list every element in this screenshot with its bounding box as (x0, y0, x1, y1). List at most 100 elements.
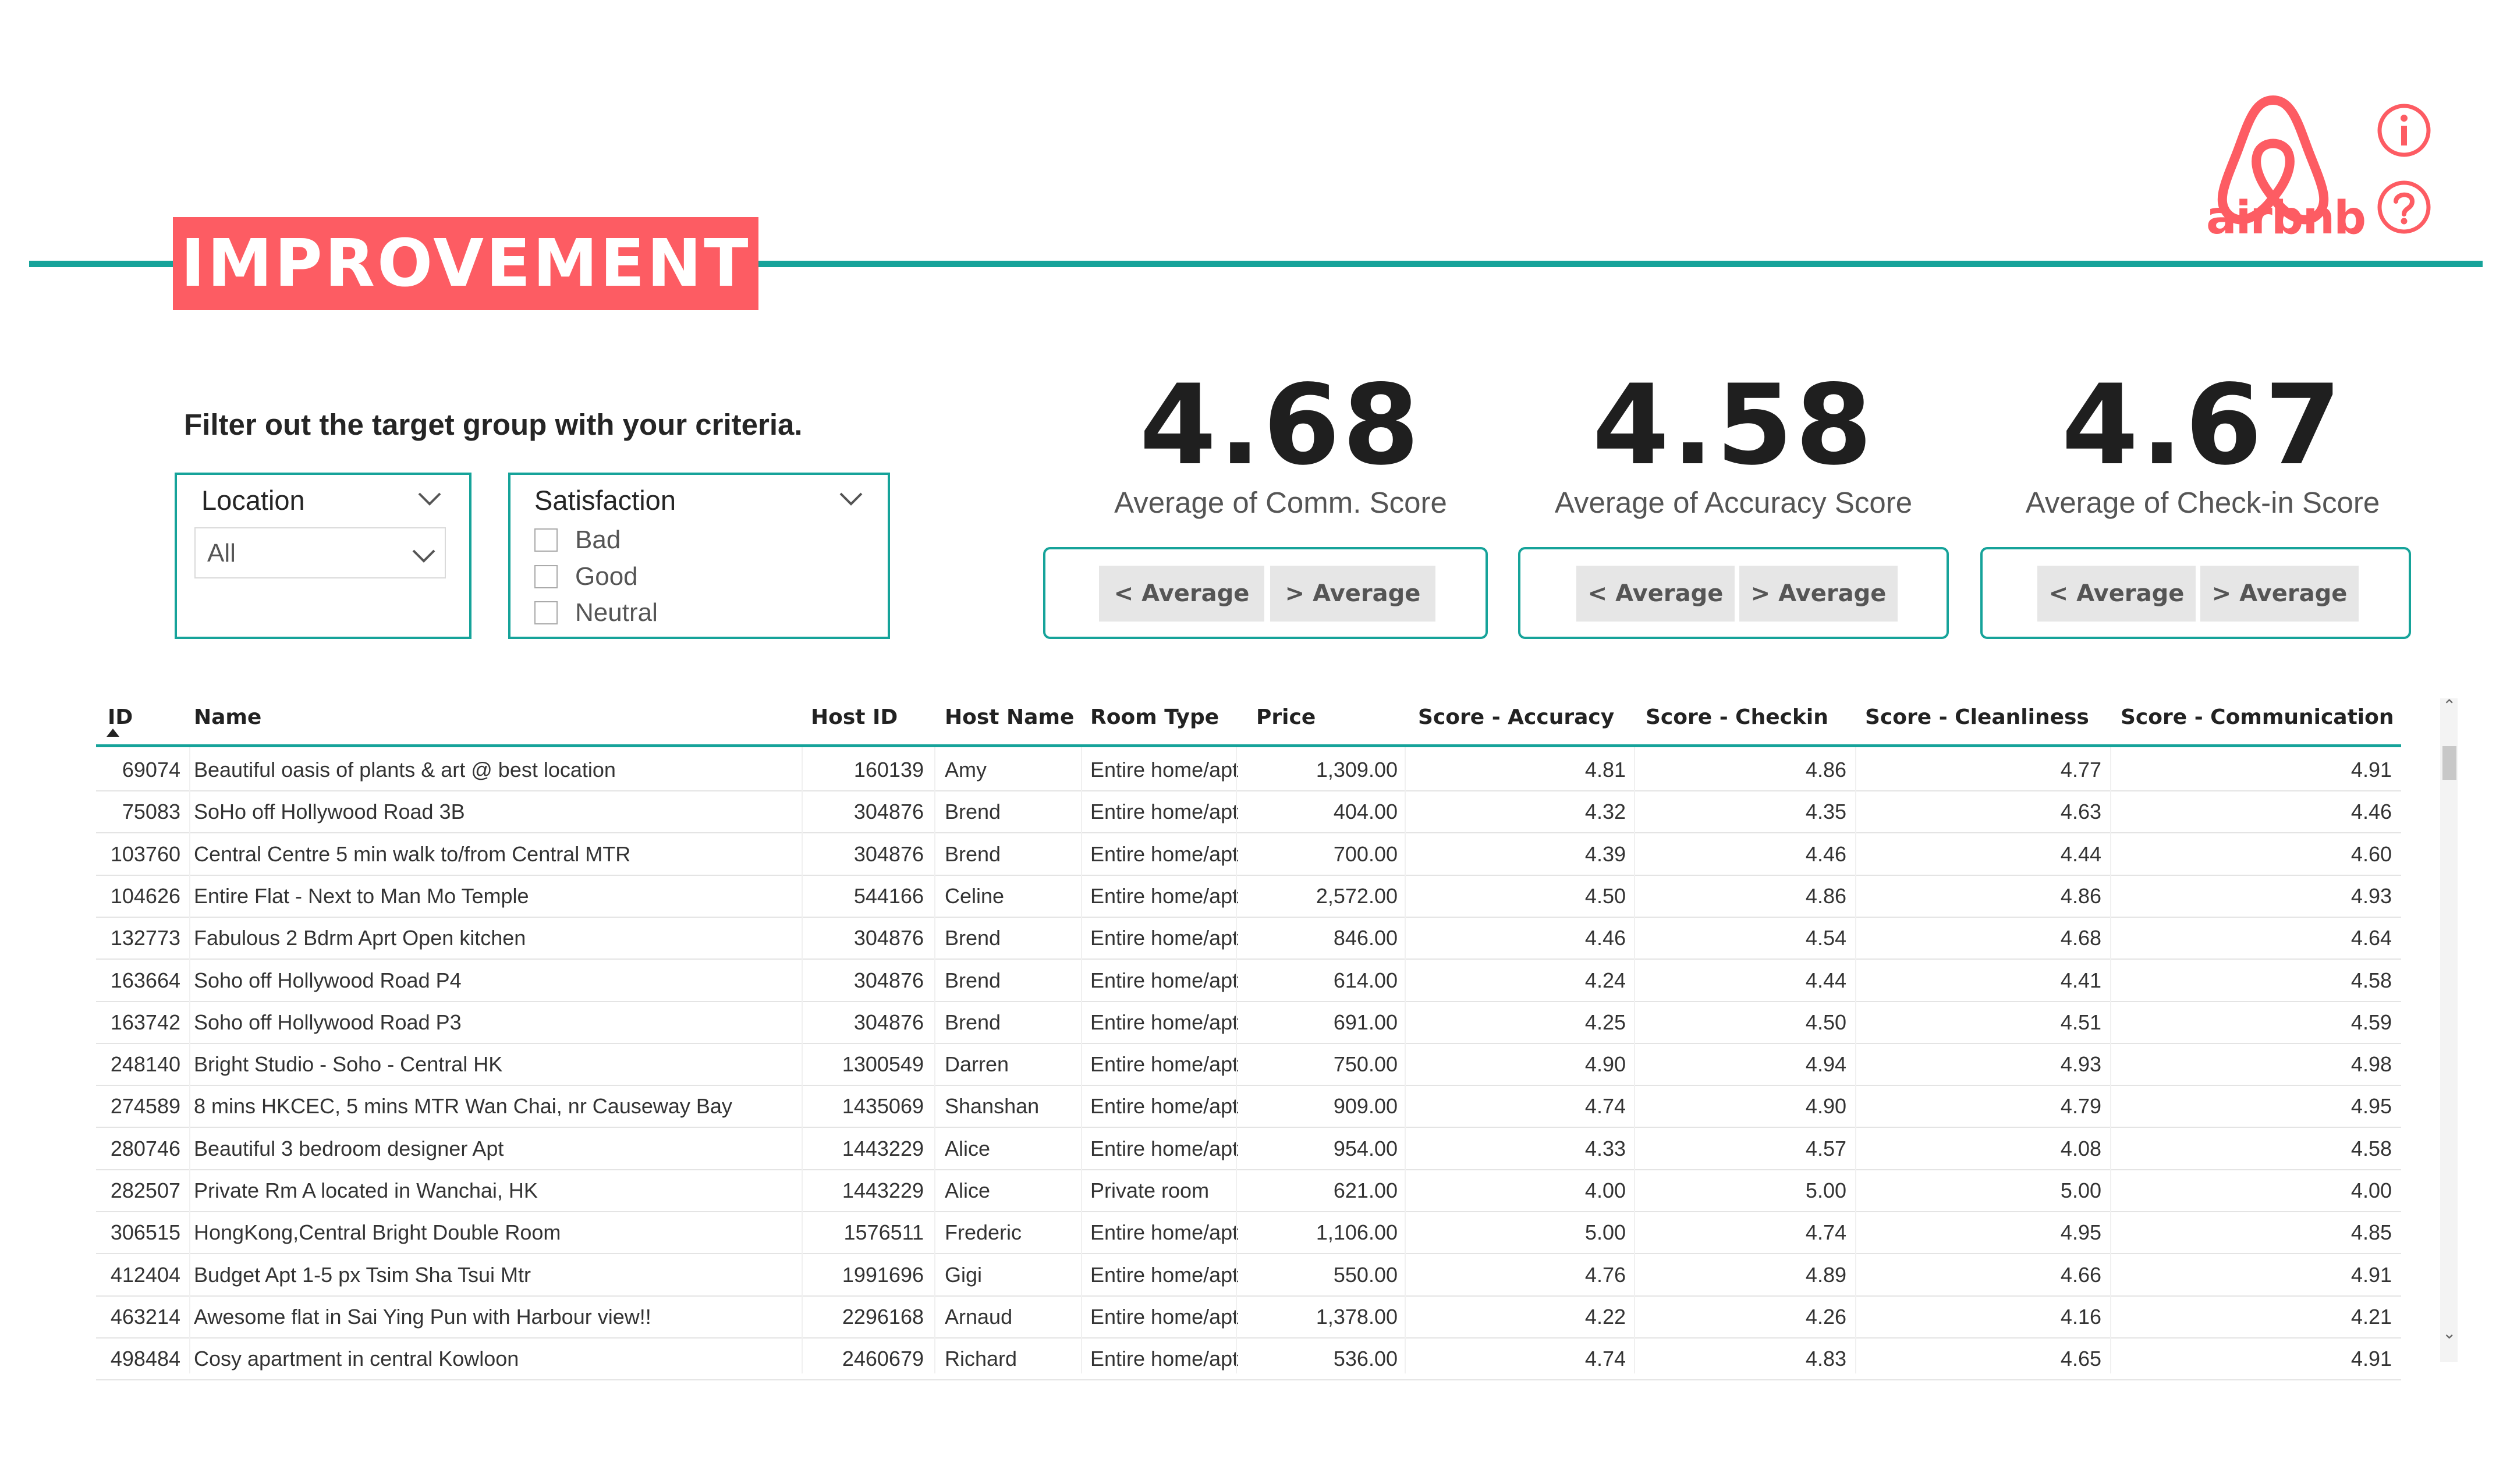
satisfaction-option-bad[interactable]: Bad (534, 523, 621, 558)
cell-score-checkin: 4.89 (1805, 1262, 1846, 1287)
cell-host-name: Amy (945, 758, 987, 782)
cell-name: Private Rm A located in Wanchai, HK (194, 1178, 538, 1202)
location-slicer-title: Location (201, 485, 305, 516)
cell-score-communication: 4.46 (2350, 800, 2392, 824)
cell-score-cleanliness: 5.00 (2060, 1178, 2101, 1202)
table-scrollbar[interactable] (2440, 698, 2458, 1362)
cell-score-checkin: 4.86 (1805, 758, 1846, 782)
scroll-down-icon[interactable]: ⌄ (2442, 1323, 2456, 1343)
option-label: Bad (575, 526, 621, 554)
table-row[interactable]: 463214 Awesome flat in Sai Ying Pun with … (96, 1297, 2401, 1339)
info-icon[interactable] (2376, 102, 2432, 158)
chevron-down-icon[interactable] (838, 490, 864, 507)
cell-host-name: Brend (945, 800, 1001, 824)
satisfaction-slicer-title: Satisfaction (534, 485, 676, 516)
option-label: Neutral (575, 598, 658, 627)
table-row[interactable]: 104626 Entire Flat - Next to Man Mo Templ… (96, 876, 2401, 918)
column-header-score-cleanliness[interactable]: Score - Cleanliness (1865, 705, 2089, 729)
cell-price: 1,106.00 (1316, 1220, 1398, 1245)
kpi-label: Average of Accuracy Score (1554, 486, 1913, 519)
table-row[interactable]: 103760 Central Centre 5 min walk to/from … (96, 834, 2401, 876)
filter-instruction: Filter out the target group with your cr… (184, 408, 803, 441)
table-row[interactable]: 306515 HongKong,Central Bright Double Roo… (96, 1212, 2401, 1255)
help-icon[interactable] (2376, 179, 2432, 235)
column-divider (1855, 747, 1856, 1373)
table-row[interactable]: 248140 Bright Studio - Soho - Central HK 1… (96, 1044, 2401, 1087)
table-row[interactable]: 75083 SoHo off Hollywood Road 3B 304876 Bre… (96, 791, 2401, 834)
table-row[interactable]: 412404 Budget Apt 1-5 px Tsim Sha Tsui Mt… (96, 1255, 2401, 1297)
table-row[interactable]: 280746 Beautiful 3 bedroom designer Apt 14… (96, 1128, 2401, 1170)
cell-score-communication: 4.21 (2350, 1304, 2392, 1329)
table-header: ID Name Host ID Host Name Room Type Pric… (96, 687, 2401, 747)
cell-score-communication: 4.98 (2350, 1052, 2392, 1077)
cell-price: 1,309.00 (1316, 758, 1398, 782)
satisfaction-option-neutral[interactable]: Neutral (534, 595, 658, 630)
cell-score-cleanliness: 4.44 (2060, 842, 2101, 866)
cell-score-communication: 4.91 (2350, 1262, 2392, 1287)
cell-room-type: Entire home/apt (1090, 968, 1239, 992)
cell-score-cleanliness: 4.51 (2060, 1010, 2101, 1034)
cell-score-communication: 4.91 (2350, 758, 2392, 782)
column-header-id[interactable]: ID (108, 705, 133, 729)
page-title: IMPROVEMENT (173, 217, 758, 310)
column-header-score-communication[interactable]: Score - Communication (2121, 705, 2394, 729)
checkbox[interactable] (534, 565, 558, 588)
scroll-up-icon[interactable]: ⌃ (2442, 696, 2456, 715)
chevron-down-icon[interactable] (411, 547, 437, 565)
table-row[interactable]: 163742 Soho off Hollywood Road P3 304876 Br… (96, 1002, 2401, 1044)
column-header-score-accuracy[interactable]: Score - Accuracy (1418, 705, 1614, 729)
cell-price: 750.00 (1333, 1052, 1398, 1077)
kpi-label: Average of Check-in Score (2025, 486, 2380, 519)
chevron-down-icon[interactable] (417, 490, 442, 507)
cell-host-id: 1991696 (842, 1262, 924, 1287)
cell-score-cleanliness: 4.68 (2060, 926, 2101, 950)
cell-room-type: Entire home/apt (1090, 883, 1239, 908)
satisfaction-option-good[interactable]: Good (534, 559, 638, 594)
cell-score-checkin: 4.26 (1805, 1304, 1846, 1329)
table-row[interactable]: 163664 Soho off Hollywood Road P4 304876 Br… (96, 960, 2401, 1002)
checkin-above-average-button[interactable]: > Average (2200, 566, 2359, 622)
table-row[interactable]: 132773 Fabulous 2 Bdrm Aprt Open kitchen 3… (96, 918, 2401, 960)
cell-score-cleanliness: 4.66 (2060, 1262, 2101, 1287)
cell-name: Budget Apt 1-5 px Tsim Sha Tsui Mtr (194, 1262, 531, 1287)
cell-score-communication: 4.60 (2350, 842, 2392, 866)
checkin-below-average-button[interactable]: < Average (2037, 566, 2196, 622)
cell-host-id: 1443229 (842, 1178, 924, 1202)
cell-host-id: 1300549 (842, 1052, 924, 1077)
cell-score-checkin: 4.35 (1805, 800, 1846, 824)
column-header-host-name[interactable]: Host Name (945, 705, 1074, 729)
cell-price: 700.00 (1333, 842, 1398, 866)
cell-id: 412404 (110, 1262, 180, 1287)
checkbox[interactable] (534, 601, 558, 624)
cell-score-accuracy: 4.74 (1584, 1094, 1626, 1119)
cell-score-cleanliness: 4.86 (2060, 883, 2101, 908)
table-row[interactable]: 274589 8 mins HKCEC, 5 mins MTR Wan Chai,… (96, 1086, 2401, 1128)
cell-host-name: Gigi (945, 1262, 983, 1287)
comm-above-average-button[interactable]: > Average (1270, 566, 1435, 622)
column-header-room-type[interactable]: Room Type (1090, 705, 1219, 729)
cell-id: 163742 (110, 1010, 180, 1034)
accuracy-above-average-button[interactable]: > Average (1739, 566, 1898, 622)
column-header-host-id[interactable]: Host ID (811, 705, 898, 729)
cell-id: 280746 (110, 1136, 180, 1160)
location-dropdown[interactable]: All (194, 527, 446, 578)
cell-room-type: Entire home/apt (1090, 1052, 1239, 1077)
cell-score-cleanliness: 4.41 (2060, 968, 2101, 992)
table-row[interactable]: 282507 Private Rm A located in Wanchai, H… (96, 1170, 2401, 1212)
scrollbar-thumb[interactable] (2442, 746, 2456, 780)
option-label: Good (575, 562, 638, 591)
column-header-price[interactable]: Price (1256, 705, 1316, 729)
cell-host-id: 2460679 (842, 1347, 924, 1371)
column-divider (1405, 747, 1406, 1373)
kpi-accuracy-score: 4.58 Average of Accuracy Score (1501, 370, 1966, 520)
listings-table: ID Name Host ID Host Name Room Type Pric… (96, 687, 2401, 1381)
column-header-score-checkin[interactable]: Score - Checkin (1646, 705, 1828, 729)
table-row[interactable]: 69074 Beautiful oasis of plants & art @ b… (96, 750, 2401, 791)
column-header-name[interactable]: Name (194, 705, 261, 729)
checkbox[interactable] (534, 528, 558, 552)
cell-score-checkin: 4.57 (1805, 1136, 1846, 1160)
column-divider (1236, 747, 1237, 1373)
comm-below-average-button[interactable]: < Average (1099, 566, 1264, 622)
table-row[interactable]: 498484 Cosy apartment in central Kowloon 2… (96, 1339, 2401, 1381)
accuracy-below-average-button[interactable]: < Average (1576, 566, 1735, 622)
